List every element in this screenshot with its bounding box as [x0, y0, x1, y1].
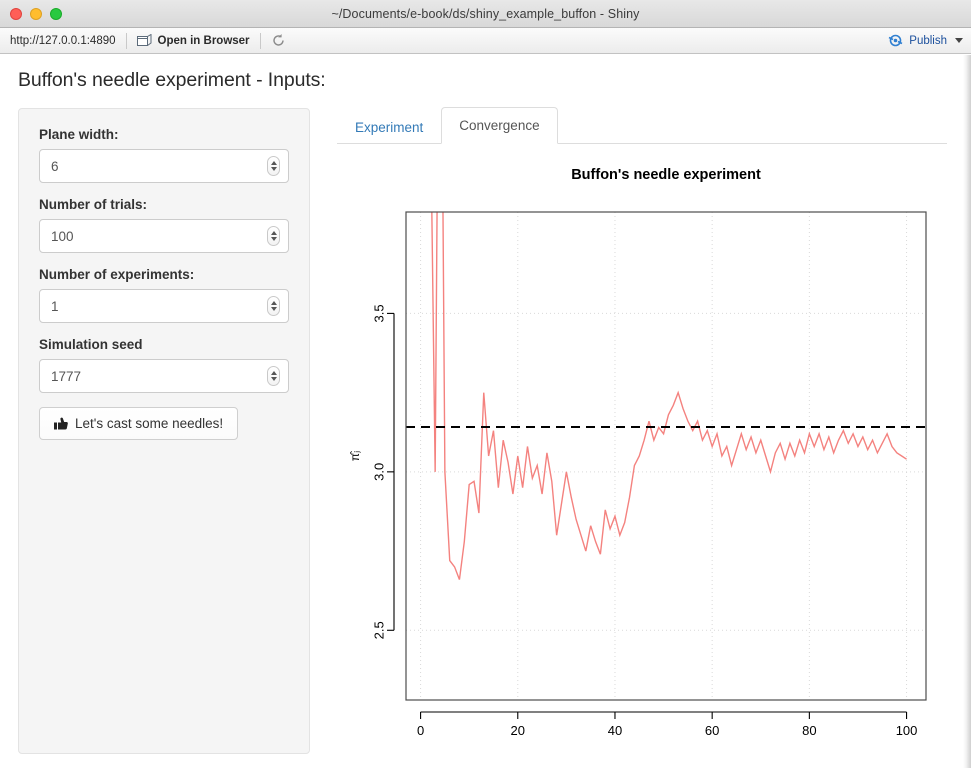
y-tick-label: 2.5 — [371, 621, 386, 639]
simulation-seed-stepper[interactable] — [267, 366, 280, 386]
chevron-up-icon[interactable] — [270, 371, 277, 375]
field-number-of-experiments: Number of experiments: — [39, 267, 289, 323]
field-number-of-trials: Number of trials: — [39, 197, 289, 253]
publish-label: Publish — [909, 34, 947, 47]
open-in-browser-button[interactable]: Open in Browser — [127, 28, 260, 53]
data-line — [431, 212, 907, 580]
toolbar-right-group: Publish — [878, 28, 963, 53]
x-tick-label: 40 — [608, 723, 622, 738]
window-controls — [10, 8, 62, 20]
chevron-down-icon[interactable] — [270, 167, 277, 171]
toolbar: http://127.0.0.1:4890 Open in Browser Pu… — [0, 28, 971, 54]
chart-title: Buffon's needle experiment — [571, 167, 761, 183]
x-tick-label: 100 — [896, 723, 918, 738]
number-of-trials-label: Number of trials: — [39, 197, 148, 212]
number-of-experiments-input-wrap — [39, 289, 289, 323]
zoom-button[interactable] — [50, 8, 62, 20]
number-of-experiments-label: Number of experiments: — [39, 267, 195, 282]
cast-needles-button[interactable]: Let's cast some needles! — [39, 407, 239, 440]
x-tick-label: 0 — [417, 723, 424, 738]
field-simulation-seed: Simulation seed — [39, 337, 289, 393]
page-title: Buffon's needle experiment - Inputs: — [18, 69, 326, 91]
minimize-button[interactable] — [30, 8, 42, 20]
results-panel: Experiment Convergence 020406080100j2.53… — [337, 106, 947, 754]
inputs-panel: Plane width: Number of trials: — [18, 108, 310, 754]
chevron-down-icon[interactable] — [270, 307, 277, 311]
simulation-seed-input[interactable] — [39, 359, 289, 393]
chevron-up-icon[interactable] — [270, 301, 277, 305]
x-tick-label: 60 — [705, 723, 719, 738]
tab-convergence[interactable]: Convergence — [441, 106, 558, 144]
number-of-trials-input-wrap — [39, 219, 289, 253]
app-window: ~/Documents/e-book/ds/shiny_example_buff… — [0, 0, 971, 768]
window-right-edge — [963, 55, 971, 768]
field-plane-width: Plane width: — [39, 127, 289, 183]
x-tick-label: 20 — [511, 723, 525, 738]
chevron-down-icon[interactable] — [270, 237, 277, 241]
chevron-up-icon[interactable] — [270, 231, 277, 235]
number-of-experiments-stepper[interactable] — [267, 296, 280, 316]
number-of-experiments-input[interactable] — [39, 289, 289, 323]
tab-experiment[interactable]: Experiment — [337, 111, 441, 145]
window-title: ~/Documents/e-book/ds/shiny_example_buff… — [331, 6, 640, 21]
content-columns: Plane width: Number of trials: — [0, 106, 963, 754]
browser-window-icon — [136, 33, 152, 47]
y-tick-label: 3.0 — [371, 463, 386, 481]
title-bar: ~/Documents/e-book/ds/shiny_example_buff… — [0, 0, 971, 28]
y-axis: 2.5 3.0 3.5 π̂ⱼ — [348, 304, 395, 639]
convergence-plot: 020406080100j2.53.03.5π̂ⱼBuffon's needle… — [337, 154, 937, 754]
tab-bar: Experiment Convergence — [337, 106, 947, 145]
open-in-browser-label: Open in Browser — [157, 34, 250, 47]
chevron-down-icon[interactable] — [270, 377, 277, 381]
close-button[interactable] — [10, 8, 22, 20]
x-axis: 020406080100j — [417, 711, 918, 738]
plane-width-input[interactable] — [39, 149, 289, 183]
plane-width-input-wrap — [39, 149, 289, 183]
number-of-trials-input[interactable] — [39, 219, 289, 253]
chevron-down-icon[interactable] — [955, 38, 963, 43]
simulation-seed-label: Simulation seed — [39, 337, 143, 352]
cast-needles-label: Let's cast some needles! — [75, 416, 224, 431]
y-tick-label: 3.5 — [371, 304, 386, 322]
number-of-trials-stepper[interactable] — [267, 226, 280, 246]
x-tick-label: 80 — [802, 723, 816, 738]
convergence-plot-svg: 020406080100j2.53.03.5π̂ⱼBuffon's needle… — [348, 167, 927, 738]
plane-width-label: Plane width: — [39, 127, 119, 142]
publish-icon — [888, 34, 903, 47]
shiny-app-body: Buffon's needle experiment - Inputs: Pla… — [0, 55, 963, 768]
y-axis-label: π̂ⱼ — [348, 451, 362, 461]
publish-button[interactable]: Publish — [878, 28, 949, 53]
grid — [406, 212, 926, 700]
plot-frame — [405, 211, 927, 701]
app-url[interactable]: http://127.0.0.1:4890 — [0, 35, 126, 47]
simulation-seed-input-wrap — [39, 359, 289, 393]
plane-width-stepper[interactable] — [267, 156, 280, 176]
refresh-button[interactable] — [261, 28, 296, 53]
thumbs-up-icon — [54, 417, 68, 430]
refresh-icon — [271, 33, 286, 48]
chevron-up-icon[interactable] — [270, 161, 277, 165]
